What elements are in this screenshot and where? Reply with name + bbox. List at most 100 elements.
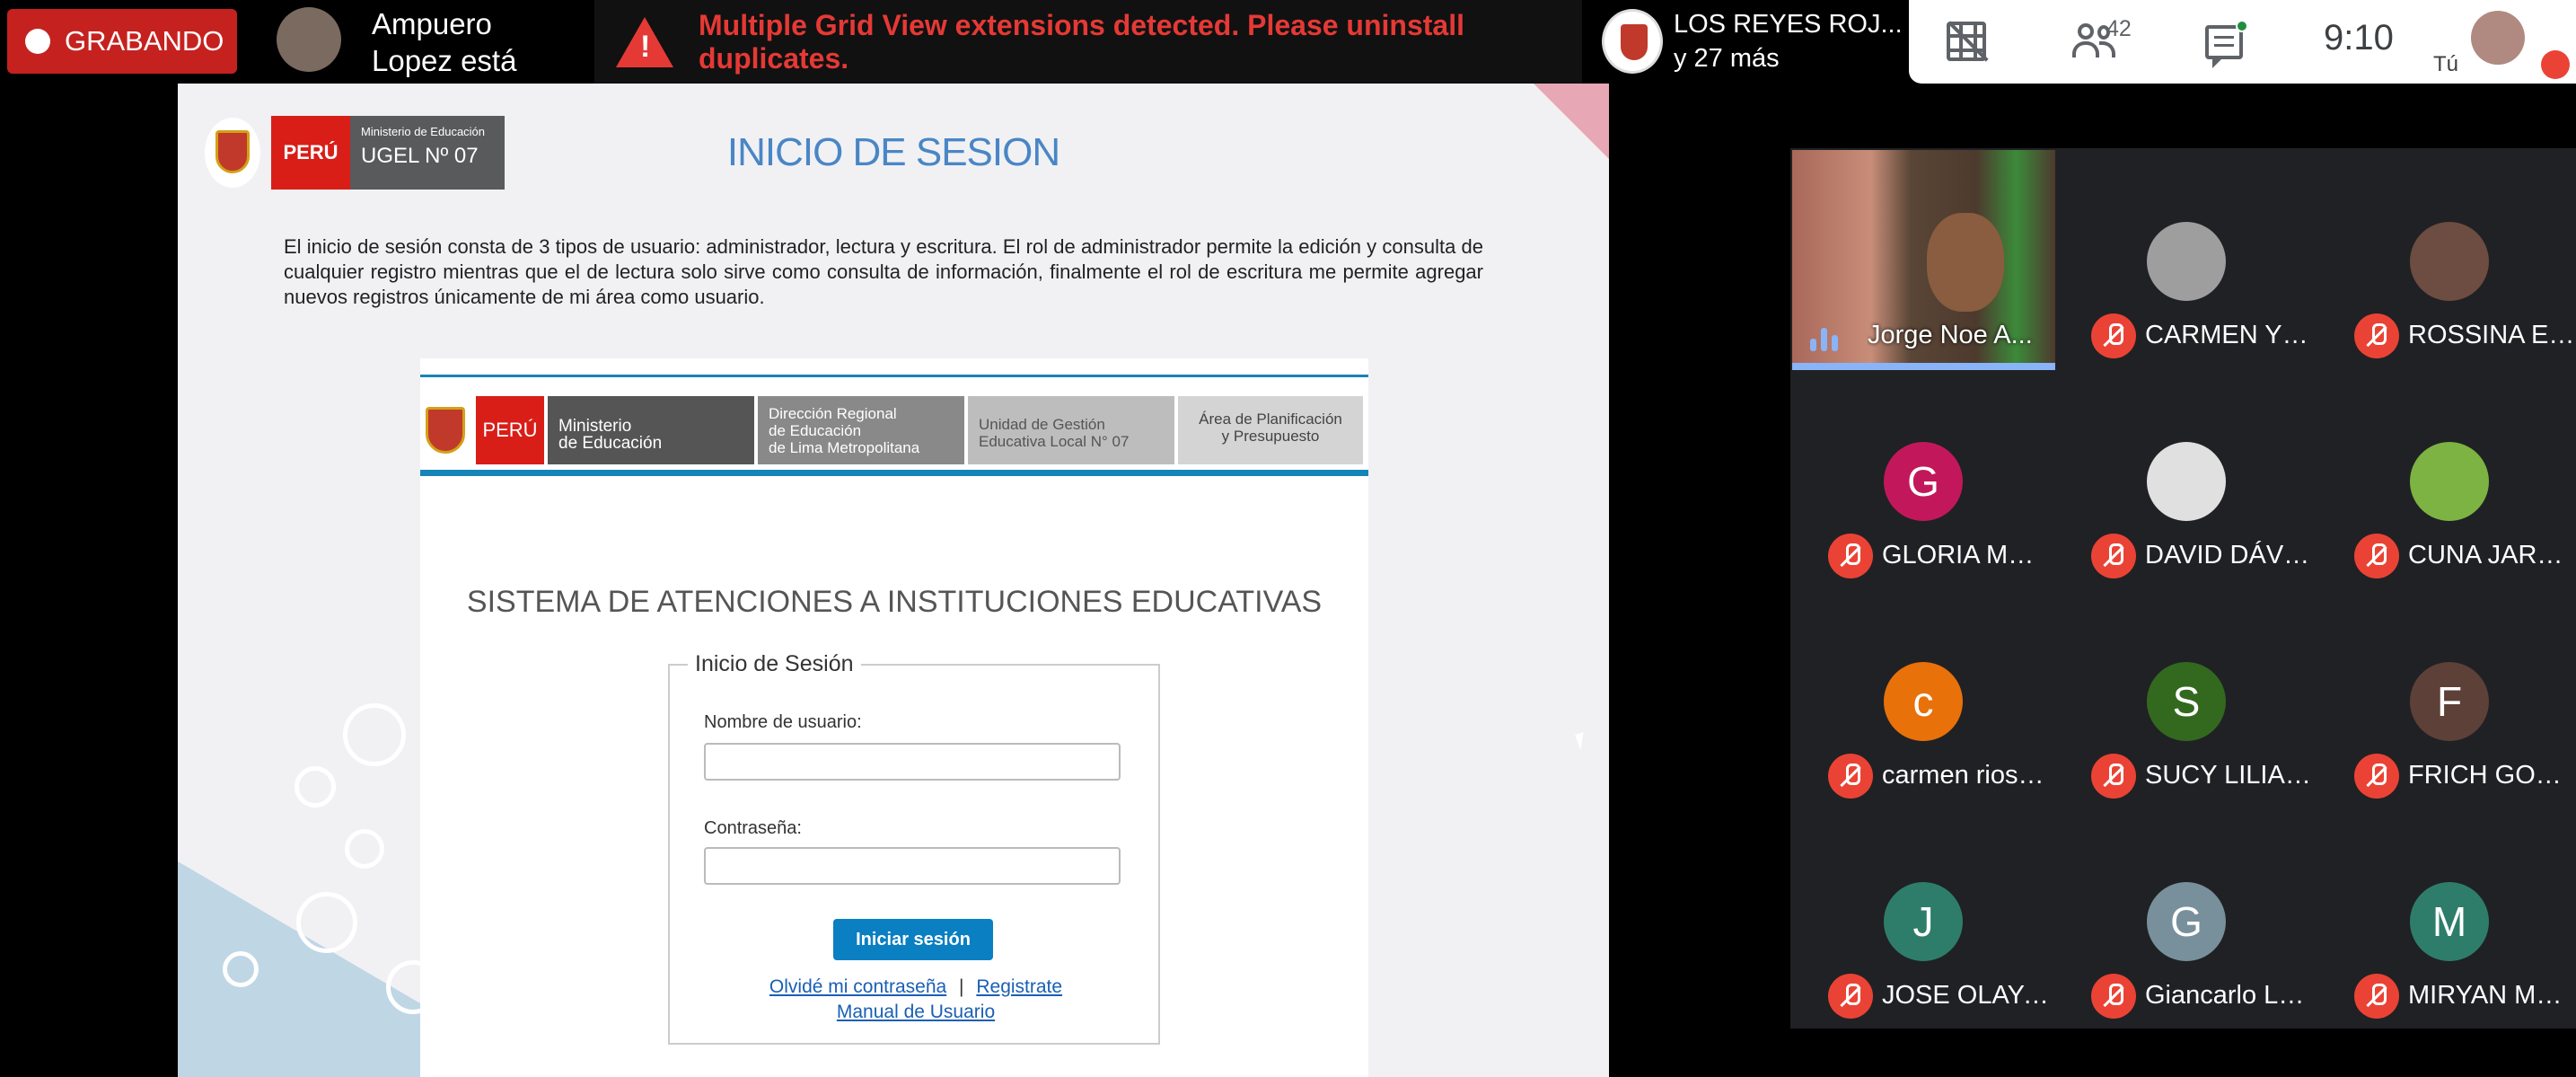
participant-tile[interactable]: M MIRYAN MEN... <box>2318 810 2576 1030</box>
slide-title: INICIO DE SESION <box>726 130 1060 174</box>
banner-topline <box>420 375 1368 377</box>
participant-name: DAVID DÁVIL... <box>2145 541 2314 569</box>
mic-off-icon <box>2354 534 2399 578</box>
participant-avatar: F <box>2410 662 2489 741</box>
participant-avatar <box>2410 442 2489 521</box>
mic-off-icon <box>2091 974 2136 1019</box>
self-mic-off-icon[interactable] <box>2541 50 2570 79</box>
participant-name: MIRYAN MEN... <box>2408 981 2576 1010</box>
participant-tile[interactable]: G GLORIA MARI... <box>1792 370 2055 590</box>
register-link[interactable]: Registrate <box>976 976 1062 997</box>
presenter-line-2: Lopez está <box>372 44 517 77</box>
decor-circle <box>296 892 357 953</box>
forgot-password-link[interactable]: Olvidé mi contraseña <box>769 976 946 997</box>
login-screenshot: PERÚ Ministerio de Educación Dirección R… <box>420 358 1368 1077</box>
extension-warning: ! Multiple Grid View extensions detected… <box>594 0 1582 84</box>
password-label: Contraseña: <box>704 818 802 838</box>
top-bar: GRABANDO Ampuero Lopez está presentando … <box>0 0 2576 114</box>
system-title: SISTEMA DE ATENCIONES A INSTITUCIONES ED… <box>466 585 1323 619</box>
slide-paragraph: El inicio de sesión consta de 3 tipos de… <box>284 235 1483 308</box>
record-dot-icon <box>25 29 50 54</box>
banner-bottomline <box>420 470 1368 476</box>
participant-avatar: G <box>2147 882 2226 961</box>
user-manual-link[interactable]: Manual de Usuario <box>837 1002 995 1022</box>
coat-of-arms-icon <box>420 396 476 464</box>
decor-circle <box>345 829 384 869</box>
banner-ugel: Unidad de Gestión Educativa Local N° 07 <box>968 396 1174 464</box>
clock: 9:10 <box>2324 18 2394 57</box>
mic-off-icon <box>2354 754 2399 799</box>
participant-name: Giancarlo Loa... <box>2145 981 2314 1010</box>
mic-off-icon <box>2091 534 2136 578</box>
org-avatar <box>1602 9 1663 74</box>
participant-tile[interactable]: ROSSINA EL... <box>2318 150 2576 370</box>
link-separator: | <box>959 976 964 997</box>
participant-tile[interactable]: CARMEN YEA... <box>2055 150 2318 370</box>
grid-view-off-icon[interactable] <box>1947 21 1989 62</box>
participant-avatar <box>2410 222 2489 301</box>
username-input[interactable] <box>704 743 1121 781</box>
mic-off-icon <box>1828 534 1873 578</box>
manual-links: Manual de Usuario <box>670 1002 1162 1023</box>
recording-label: GRABANDO <box>65 25 224 57</box>
participant-name: CUNA JARDI... <box>2408 541 2576 569</box>
minedu-banner: PERÚ Ministerio de Educación Dirección R… <box>420 394 1368 466</box>
people-count: 42 <box>2106 16 2132 41</box>
mic-off-icon <box>2091 313 2136 358</box>
login-fieldset: Inicio de Sesión Nombre de usuario: Cont… <box>668 651 1162 1045</box>
participant-name: ROSSINA EL... <box>2408 321 2576 349</box>
mic-off-icon <box>2091 754 2136 799</box>
self-avatar[interactable] <box>2471 11 2525 65</box>
participant-tile[interactable]: S SUCY LILIAN... <box>2055 590 2318 810</box>
login-links: Olvidé mi contraseña | Registrate <box>670 976 1162 998</box>
participant-tile[interactable]: c carmen rios e... <box>1792 590 2055 810</box>
participant-tile[interactable]: G Giancarlo Loa... <box>2055 810 2318 1030</box>
participant-tile[interactable]: J JOSE OLAYA ... <box>1792 810 2055 1030</box>
participant-avatar: S <box>2147 662 2226 741</box>
mic-off-icon <box>1828 754 1873 799</box>
participant-name: FRICH GONZ... <box>2408 761 2576 790</box>
participant-avatar <box>2147 442 2226 521</box>
participant-tile[interactable]: F FRICH GONZ... <box>2318 590 2576 810</box>
banner-area: Área de Planificación y Presupuesto <box>1178 396 1363 464</box>
participant-avatar: J <box>1884 882 1963 961</box>
chat-notification-dot <box>2236 20 2248 32</box>
mic-off-icon <box>2354 313 2399 358</box>
login-button[interactable]: Iniciar sesión <box>833 919 993 960</box>
org-participants: LOS REYES ROJ... y 27 más <box>1674 7 1903 75</box>
participant-tile[interactable]: DAVID DÁVIL... <box>2055 370 2318 590</box>
username-label: Nombre de usuario: <box>704 712 862 732</box>
recording-indicator[interactable]: GRABANDO <box>7 9 237 74</box>
org-more: y 27 más <box>1674 44 1780 73</box>
participant-tile[interactable]: CUNA JARDI... <box>2318 370 2576 590</box>
participant-name: SUCY LILIAN... <box>2145 761 2314 790</box>
presenter-avatar <box>277 7 341 72</box>
participants-grid: Jorge Noe A... CARMEN YEA... ROSSINA EL.… <box>1790 148 2576 1028</box>
banner-dre: Dirección Regional de Educación de Lima … <box>758 396 964 464</box>
decor-circle <box>343 703 406 766</box>
warning-icon: ! <box>616 16 673 67</box>
mic-off-icon <box>2354 974 2399 1019</box>
banner-ministerio: Ministerio de Educación <box>548 396 754 464</box>
speaking-wave-icon <box>1810 321 1846 351</box>
participant-name: carmen rios e... <box>1882 761 2051 790</box>
decor-circle <box>295 766 336 808</box>
decor-circle <box>223 951 259 987</box>
participant-name: CARMEN YEA... <box>2145 321 2314 349</box>
login-legend: Inicio de Sesión <box>688 651 861 677</box>
password-input[interactable] <box>704 847 1121 885</box>
warning-text: Multiple Grid View extensions detected. … <box>699 8 1464 75</box>
presenter-line-1: Ampuero <box>372 7 492 40</box>
org-name: LOS REYES ROJ... <box>1674 10 1903 39</box>
participant-avatar: M <box>2410 882 2489 961</box>
self-label: Tú <box>2433 52 2459 76</box>
banner-peru: PERÚ <box>476 396 544 464</box>
participant-tile[interactable]: Jorge Noe A... <box>1792 150 2055 370</box>
participant-face <box>1927 213 2004 312</box>
participant-avatar: c <box>1884 662 1963 741</box>
mic-off-icon <box>1828 974 1873 1019</box>
participant-name: Jorge Noe A... <box>1868 321 2033 349</box>
participant-avatar <box>2147 222 2226 301</box>
participant-avatar: G <box>1884 442 1963 521</box>
participant-name: GLORIA MARI... <box>1882 541 2051 569</box>
